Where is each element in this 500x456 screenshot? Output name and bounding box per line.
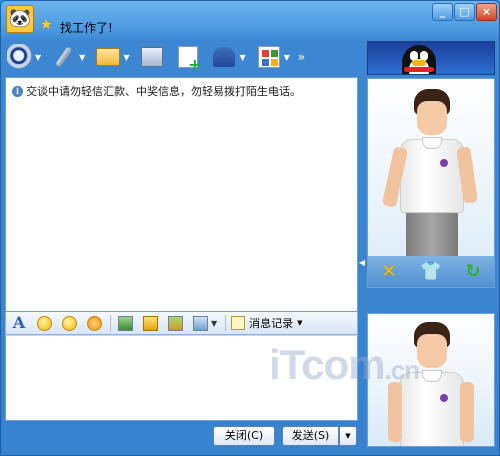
- image-icon: [167, 315, 183, 331]
- flower-icon: [86, 315, 102, 331]
- chevron-down-icon[interactable]: ▼: [297, 319, 302, 327]
- more-icon: [192, 315, 208, 331]
- main-toolbar: ▼ ▼ ▼ ▼ ▼ »: [7, 41, 357, 73]
- qq-penguin-logo: [396, 43, 442, 74]
- history-icon: [231, 316, 246, 330]
- message-history-button[interactable]: 消息记录 ▼: [231, 315, 303, 331]
- info-icon: i: [12, 85, 23, 97]
- send-button[interactable]: 发送(S): [282, 426, 339, 446]
- microphone-icon: [51, 44, 77, 70]
- folder-icon: [96, 48, 121, 66]
- title-bar: 🐼 ★ 找工作了! _ □ ×: [1, 1, 499, 37]
- send-file-button[interactable]: ▼: [95, 44, 129, 70]
- wink-icon: [61, 315, 77, 331]
- send-options-button[interactable]: ▼: [339, 426, 357, 446]
- image-button[interactable]: [166, 314, 184, 332]
- webcam-button[interactable]: ▼: [7, 44, 41, 70]
- chevron-down-icon[interactable]: ▼: [123, 53, 129, 62]
- watermark: iTcom.cn: [269, 341, 420, 388]
- chevron-down-icon[interactable]: ▼: [284, 53, 290, 62]
- toolbar-more-button[interactable]: »: [298, 50, 305, 64]
- webcam-icon: [7, 44, 33, 70]
- font-icon[interactable]: A: [10, 314, 28, 332]
- chat-window: 🐼 ★ 找工作了! _ □ × ▼ ▼ ▼ ▼: [0, 0, 500, 456]
- refresh-icon[interactable]: ↻: [462, 261, 484, 283]
- contact-avatar-figure: [381, 87, 478, 257]
- show-action-bar: ✕ 👕 ↻: [368, 256, 494, 287]
- message-history-label: 消息记录: [249, 317, 294, 330]
- music-icon: [142, 315, 158, 331]
- star-icon: ★: [40, 17, 53, 33]
- music-button[interactable]: [141, 314, 159, 332]
- screenshot-icon: [117, 315, 133, 331]
- contact-name: 找工作了!: [60, 21, 113, 35]
- smiley-button[interactable]: [35, 314, 53, 332]
- add-note-icon: [178, 46, 201, 73]
- close-button[interactable]: 关闭(C): [213, 426, 275, 446]
- smiley-icon: [36, 315, 52, 331]
- format-toolbar: A ▼ 消息记录 ▼: [5, 312, 358, 335]
- maximize-button[interactable]: □: [454, 3, 475, 21]
- chevron-down-icon[interactable]: ▼: [79, 53, 85, 62]
- apps-icon: [257, 46, 280, 68]
- change-icon[interactable]: ✕: [378, 261, 400, 283]
- video-icon: [141, 47, 164, 67]
- flower-button[interactable]: [85, 314, 103, 332]
- contact-card-button[interactable]: ▼: [211, 44, 246, 70]
- chevron-down-icon[interactable]: ▼: [35, 53, 41, 62]
- toolbar-divider: [110, 315, 111, 331]
- contact-card-icon: [213, 47, 236, 67]
- close-window-button[interactable]: ×: [476, 3, 497, 21]
- security-notice-text: 交谈中请勿轻信汇款、中奖信息，勿轻易拨打陌生电话。: [26, 85, 301, 98]
- window-controls: _ □ ×: [432, 3, 497, 21]
- chevron-down-icon[interactable]: ▼: [239, 53, 245, 62]
- chevron-down-icon[interactable]: ▼: [211, 319, 217, 328]
- apps-button[interactable]: ▼: [256, 44, 290, 70]
- voice-button[interactable]: ▼: [51, 44, 85, 70]
- contact-avatar[interactable]: 🐼: [6, 5, 34, 33]
- wink-button[interactable]: [60, 314, 78, 332]
- shirt-icon[interactable]: 👕: [420, 261, 442, 283]
- qq-banner: [367, 41, 495, 75]
- minimize-button[interactable]: _: [432, 3, 453, 21]
- add-note-button[interactable]: [175, 44, 201, 73]
- more-format-button[interactable]: [191, 314, 209, 332]
- collapse-panel-button[interactable]: ◀: [358, 256, 366, 270]
- security-notice: i 交谈中请勿轻信汇款、中奖信息，勿轻易拨打陌生电话。: [12, 83, 301, 99]
- message-display[interactable]: i 交谈中请勿轻信汇款、中奖信息，勿轻易拨打陌生电话。: [5, 77, 358, 312]
- contact-show-panel: ✕ 👕 ↻: [367, 78, 495, 288]
- toolbar-divider: [225, 315, 227, 331]
- video-button[interactable]: [139, 44, 165, 70]
- screenshot-button[interactable]: [116, 314, 134, 332]
